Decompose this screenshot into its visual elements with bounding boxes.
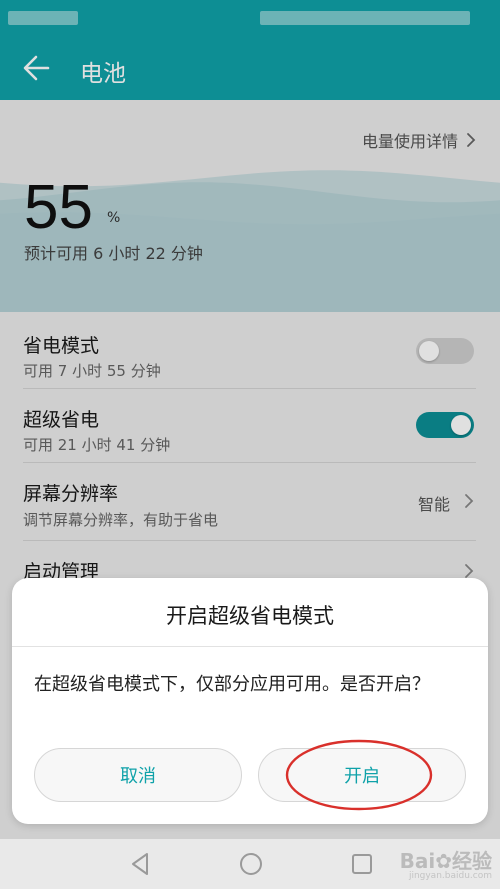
square-recent-icon[interactable] (350, 851, 374, 877)
watermark-brand: Bai (399, 849, 436, 873)
confirm-open-button[interactable]: 开启 (258, 748, 466, 802)
cancel-button[interactable]: 取消 (34, 748, 242, 802)
confirm-button-label: 开启 (344, 766, 380, 787)
paw-icon: ✿ (435, 849, 452, 873)
circle-home-icon[interactable] (238, 851, 264, 877)
baidu-jingyan-watermark: Bai✿经验 jingyan.baidu.com (400, 845, 492, 881)
ultra-power-saving-dialog: 开启超级省电模式 在超级省电模式下，仅部分应用可用。是否开启？ 取消 开启 (12, 578, 488, 824)
watermark-url: jingyan.baidu.com (408, 871, 492, 881)
dialog-divider (12, 646, 488, 647)
cancel-button-label: 取消 (120, 766, 156, 787)
triangle-back-icon[interactable] (128, 851, 152, 877)
dialog-title: 开启超级省电模式 (166, 604, 334, 628)
system-nav-bar: Bai✿经验 jingyan.baidu.com (0, 839, 500, 889)
dialog-message: 在超级省电模式下，仅部分应用可用。是否开启？ (34, 674, 430, 695)
watermark-suffix: 经验 (452, 849, 492, 873)
